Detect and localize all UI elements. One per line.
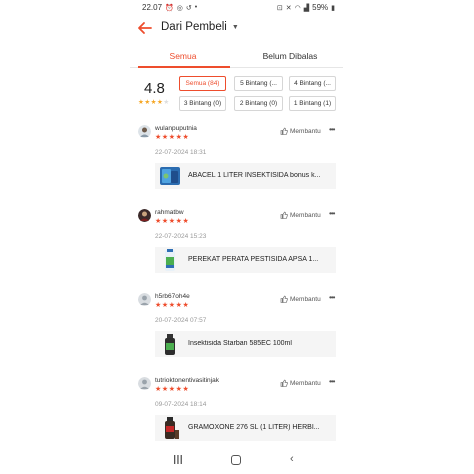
notification-icon: ↺ — [185, 4, 192, 12]
reviewer-name: wulanpuputnia — [155, 125, 197, 132]
filter-3-stars[interactable]: 3 Bintang (0) — [179, 96, 226, 111]
home-icon[interactable] — [231, 455, 241, 465]
status-bar: 22.07 ⏰ ◎ ↺ • ⊡ ✕ ◠ ▟ 59% ▮ — [130, 0, 343, 16]
review-item: rahmatbw ★★★★★ Membantu ••• 22-07-2024 1… — [130, 209, 343, 293]
review-date: 22-07-2024 18:31 — [155, 149, 207, 156]
recent-apps-icon[interactable] — [173, 455, 183, 464]
reviewer-name: rahmatbw — [155, 209, 184, 216]
product-image — [160, 167, 180, 185]
thumbs-up-icon — [280, 379, 288, 387]
review-item: wulanpuputnia ★★★★★ Membantu ••• 22-07-2… — [130, 125, 343, 209]
helpful-label: Membantu — [290, 211, 321, 219]
filter-1-star[interactable]: 1 Bintang (1) — [289, 96, 336, 111]
dot-icon: • — [194, 4, 198, 11]
product-card[interactable]: GRAMOXONE 276 SL (1 LITER) HERBI... — [155, 415, 336, 441]
helpful-button[interactable]: Membantu — [280, 211, 321, 219]
helpful-button[interactable]: Membantu — [280, 127, 321, 135]
thumbs-up-icon — [280, 295, 288, 303]
system-nav-bar: ‹ — [130, 448, 343, 474]
product-name: Insektisida Starban 585EC 100ml — [188, 340, 292, 347]
helpful-button[interactable]: Membantu — [280, 295, 321, 303]
product-card[interactable]: PEREKAT PERATA PESTISIDA APSA 1... — [155, 247, 336, 273]
avatar — [138, 377, 151, 390]
filter-all[interactable]: Semua (84) — [179, 76, 226, 91]
product-image — [165, 417, 179, 439]
more-options-icon[interactable]: ••• — [329, 209, 335, 218]
back-arrow-icon[interactable] — [136, 19, 154, 37]
page-title-text: Dari Pembeli — [161, 21, 227, 33]
helpful-label: Membantu — [290, 295, 321, 303]
product-image — [165, 249, 175, 271]
instagram-icon: ◎ — [176, 4, 183, 12]
status-left: 22.07 ⏰ ◎ ↺ • — [142, 3, 197, 12]
app-bar: Dari Pembeli ▼ — [130, 16, 343, 42]
lock-icon: ⊡ — [276, 4, 283, 12]
filter-4-stars[interactable]: 4 Bintang (... — [289, 76, 336, 91]
product-image — [165, 334, 175, 355]
product-name: PEREKAT PERATA PESTISIDA APSA 1... — [188, 256, 319, 263]
helpful-label: Membantu — [290, 127, 321, 135]
alarm-icon: ⏰ — [165, 4, 174, 12]
average-score: 4.8 — [144, 80, 165, 97]
helpful-button[interactable]: Membantu — [280, 379, 321, 387]
more-options-icon[interactable]: ••• — [329, 377, 335, 386]
review-item: h5rb67oh4e ★★★★★ Membantu ••• 20-07-2024… — [130, 293, 343, 377]
thumbs-up-icon — [280, 127, 288, 135]
filter-5-stars[interactable]: 5 Bintang (... — [234, 76, 283, 91]
product-name: GRAMOXONE 276 SL (1 LITER) HERBI... — [188, 424, 320, 431]
more-options-icon[interactable]: ••• — [329, 125, 335, 134]
tab-belum-dibalas[interactable]: Belum Dibalas — [237, 51, 343, 61]
caret-down-icon: ▼ — [231, 23, 239, 31]
signal-icon: ▟ — [303, 4, 310, 12]
phone-screen: 22.07 ⏰ ◎ ↺ • ⊡ ✕ ◠ ▟ 59% ▮ Dari Pembeli… — [130, 0, 343, 474]
status-time: 22.07 — [142, 3, 163, 12]
product-name: ABACEL 1 LITER INSEKTISIDA bonus k... — [188, 172, 321, 179]
review-stars: ★★★★★ — [155, 218, 190, 225]
avatar — [138, 125, 151, 138]
helpful-label: Membantu — [290, 379, 321, 387]
score-stars-icon: ★★★★★ — [138, 99, 170, 106]
product-card[interactable]: ABACEL 1 LITER INSEKTISIDA bonus k... — [155, 163, 336, 189]
page-title[interactable]: Dari Pembeli ▼ — [161, 21, 239, 33]
battery-icon: ▮ — [331, 4, 335, 12]
reviewer-name: h5rb67oh4e — [155, 293, 190, 300]
review-date: 22-07-2024 15:23 — [155, 233, 207, 240]
more-options-icon[interactable]: ••• — [329, 293, 335, 302]
status-right: ⊡ ✕ ◠ ▟ 59% ▮ — [277, 3, 335, 12]
review-date: 09-07-2024 18:14 — [155, 401, 207, 408]
tab-active-indicator — [138, 66, 230, 68]
product-card[interactable]: Insektisida Starban 585EC 100ml — [155, 331, 336, 357]
mute-icon: ✕ — [285, 4, 292, 12]
avatar — [138, 293, 151, 306]
review-stars: ★★★★★ — [155, 302, 190, 309]
filter-2-stars[interactable]: 2 Bintang (0) — [234, 96, 283, 111]
review-stars: ★★★★★ — [155, 386, 190, 393]
nav-back-icon[interactable]: ‹ — [290, 453, 294, 465]
tab-semua[interactable]: Semua — [130, 51, 236, 61]
reviewer-name: tutrioktonentivasitinjak — [155, 377, 219, 384]
tab-bar: Semua Belum Dibalas — [130, 46, 343, 68]
thumbs-up-icon — [280, 211, 288, 219]
avatar — [138, 209, 151, 222]
wifi-icon: ◠ — [294, 4, 301, 12]
review-date: 20-07-2024 07:57 — [155, 317, 207, 324]
review-stars: ★★★★★ — [155, 134, 190, 141]
battery-level: 59% — [312, 3, 329, 12]
rating-summary: 4.8 ★★★★★ Semua (84) 5 Bintang (... 4 Bi… — [130, 70, 343, 116]
